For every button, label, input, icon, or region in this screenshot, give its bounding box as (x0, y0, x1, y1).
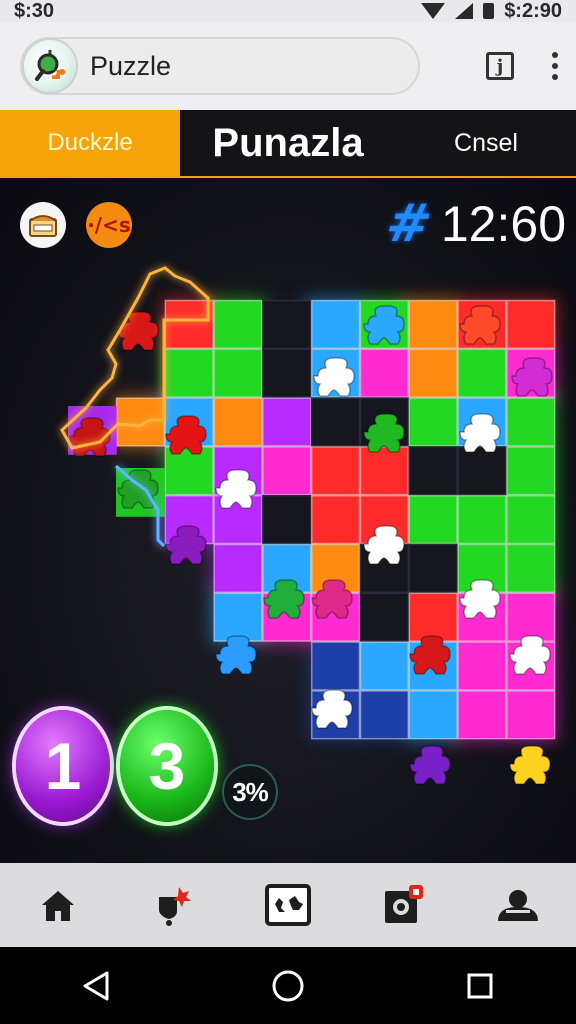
board-cell[interactable] (408, 494, 458, 545)
board-cell[interactable] (457, 641, 507, 691)
hash-icon: # (380, 194, 438, 254)
status-time-right: $:2:90 (504, 0, 562, 22)
board-cell[interactable] (359, 592, 410, 642)
board-cell[interactable] (506, 543, 556, 594)
board-cell[interactable] (164, 348, 214, 398)
tab-bar: Duckzle Punazla Cnsel (0, 110, 576, 178)
back-icon (83, 971, 109, 1000)
nav-camera[interactable] (373, 875, 433, 935)
bottom-nav (0, 863, 576, 947)
wifi-icon (421, 3, 446, 19)
timer: # 12:60 (381, 194, 566, 254)
puzzle-piece[interactable] (117, 311, 159, 351)
board-cell[interactable] (506, 446, 556, 496)
magnifier-puzzle-icon (24, 40, 76, 92)
timer-value: 12:60 (440, 196, 566, 252)
info-icon[interactable]: j (486, 52, 514, 80)
board-cell[interactable] (213, 543, 263, 594)
app-title-pill[interactable]: Puzzle (20, 37, 420, 95)
scissors-button[interactable]: ·/<s (86, 202, 132, 248)
board-cell[interactable] (506, 592, 556, 642)
app-bar: Puzzle j (0, 22, 576, 110)
puzzle-piece[interactable] (509, 745, 551, 785)
board-cell[interactable] (164, 299, 214, 350)
home-circle-icon (272, 970, 304, 1001)
board-cell[interactable] (310, 641, 361, 691)
nav-alerts[interactable] (143, 875, 203, 935)
board-cell[interactable] (506, 494, 556, 545)
treasure-chest-icon (29, 215, 57, 237)
recents-icon (467, 973, 493, 998)
system-home[interactable] (258, 956, 318, 1016)
game-area: ·/<s # 12:60 1 3 3% (0, 180, 576, 863)
nav-home[interactable] (28, 875, 88, 935)
board-cell[interactable] (262, 348, 312, 398)
status-time: $:30 (14, 0, 55, 22)
board-cell[interactable] (310, 494, 361, 545)
board-cell[interactable] (408, 397, 458, 447)
tab-duckzle[interactable]: Duckzle (0, 110, 180, 176)
camera-notification-icon (385, 885, 424, 923)
board-cell[interactable] (506, 690, 556, 740)
board-cell[interactable] (310, 446, 361, 496)
board-cell[interactable] (262, 494, 312, 545)
board-cell[interactable] (359, 690, 410, 740)
board-cell[interactable] (457, 348, 507, 398)
board-cell[interactable] (408, 299, 458, 350)
board-cell[interactable] (408, 348, 458, 398)
board-cell[interactable] (408, 543, 458, 594)
status-bar: $:30 $:2:90 (0, 0, 576, 22)
board-cell[interactable] (457, 690, 507, 740)
kebab-menu-icon[interactable] (552, 52, 558, 80)
puzzle-board-icon (264, 884, 311, 926)
board-cell[interactable] (262, 299, 312, 350)
board-cell[interactable] (359, 348, 410, 398)
board-cell[interactable] (213, 397, 263, 447)
bell-alert-icon (158, 887, 191, 926)
nav-profile[interactable] (488, 875, 548, 935)
board-cell[interactable] (262, 397, 312, 447)
board-cell[interactable] (506, 397, 556, 447)
progress-badge[interactable]: 3% (222, 764, 278, 820)
board-cell[interactable] (408, 690, 458, 740)
status-indicators: $:2:90 (421, 0, 562, 23)
board-cell[interactable] (506, 299, 556, 350)
tab-punazla[interactable]: Punazla (180, 110, 396, 176)
score-badge-green[interactable]: 3 (120, 710, 214, 822)
board-cell[interactable] (359, 641, 410, 691)
board-cell[interactable] (310, 397, 361, 447)
app-bar-actions: j (486, 52, 558, 80)
system-back[interactable] (66, 956, 126, 1016)
board-cell[interactable] (213, 348, 263, 398)
board-cell[interactable] (213, 299, 263, 350)
board-cell[interactable] (359, 446, 410, 496)
battery-icon (483, 3, 495, 19)
board-cell[interactable] (408, 592, 458, 642)
board-cell[interactable] (262, 446, 312, 496)
board-cell[interactable] (408, 446, 458, 496)
nav-puzzle[interactable] (258, 875, 318, 935)
signal-icon (455, 3, 474, 19)
board-cell[interactable] (457, 494, 507, 545)
board-cell[interactable] (115, 397, 166, 447)
system-nav (0, 947, 576, 1024)
home-icon (41, 891, 74, 921)
board-cell[interactable] (457, 446, 507, 496)
user-icon (498, 890, 539, 921)
app-title: Puzzle (90, 50, 172, 81)
score-badge-purple[interactable]: 1 (16, 710, 110, 822)
system-recents[interactable] (450, 956, 510, 1016)
treasure-chest-button[interactable] (20, 202, 66, 248)
board-cell[interactable] (213, 592, 263, 642)
tab-cnsel[interactable]: Cnsel (396, 110, 576, 176)
puzzle-piece[interactable] (409, 745, 451, 785)
board-cell[interactable] (310, 299, 361, 350)
